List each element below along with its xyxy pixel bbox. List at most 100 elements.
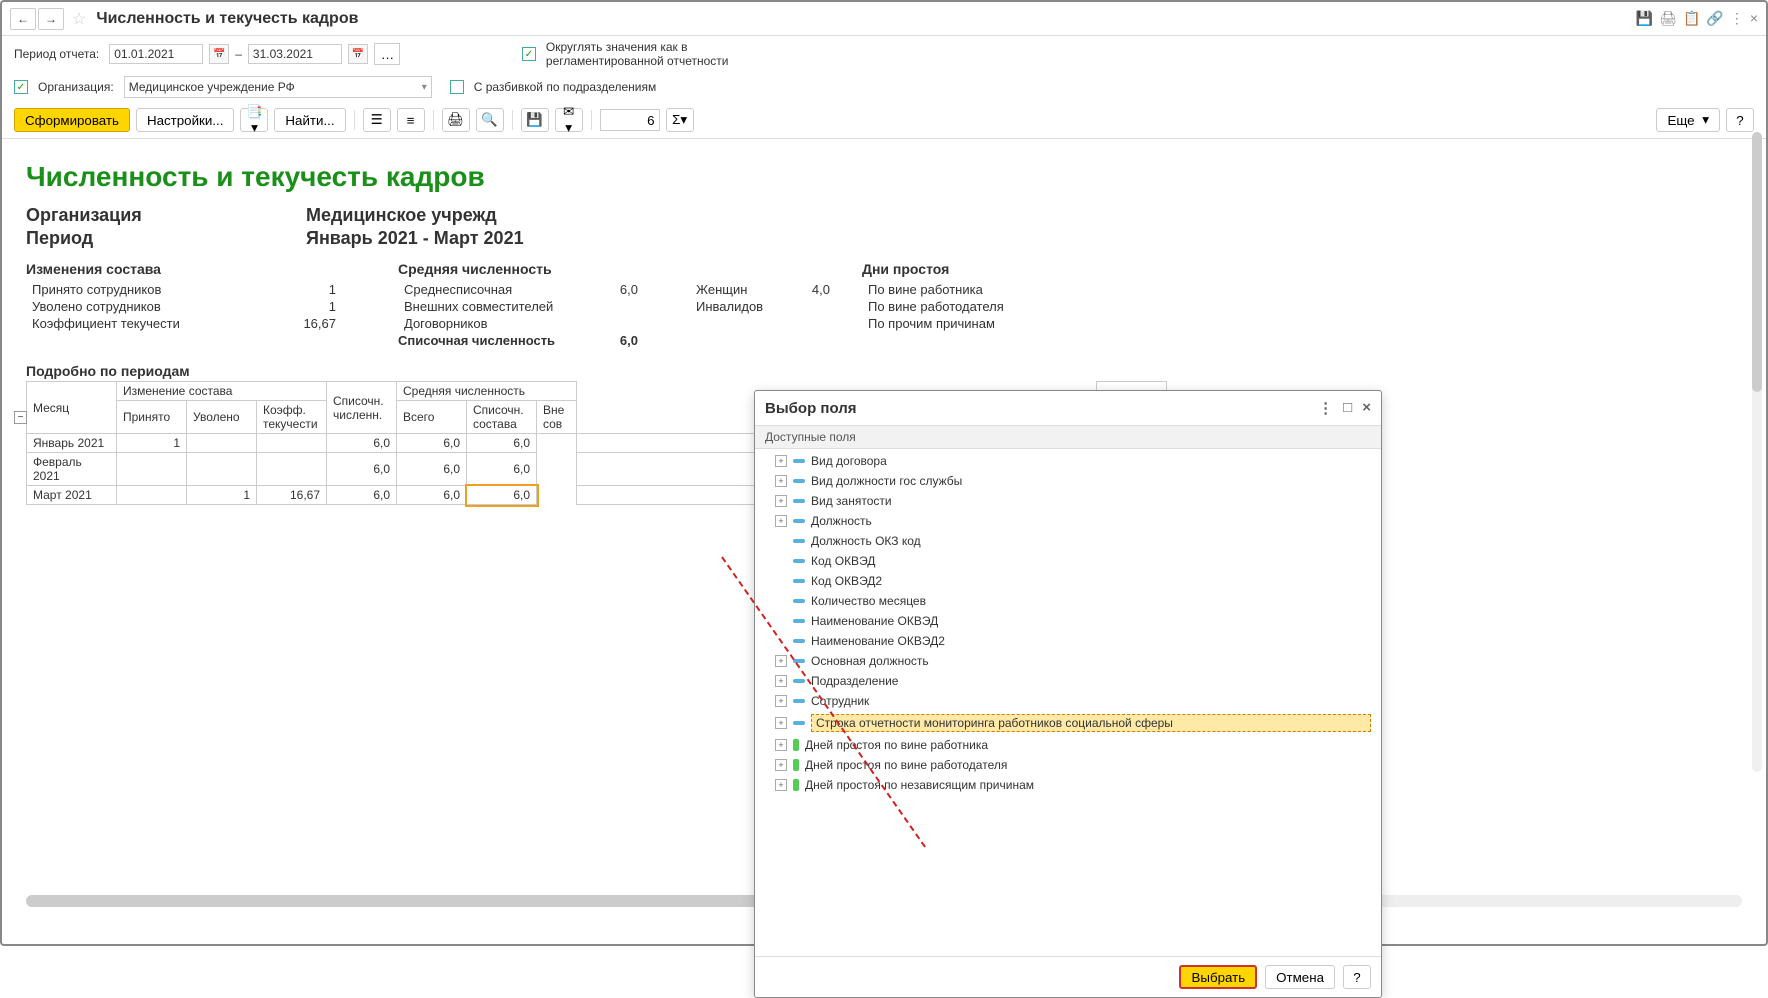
sum-button[interactable]: Σ▾	[666, 108, 694, 132]
expand-icon[interactable]	[775, 635, 787, 647]
field-item[interactable]: Наименование ОКВЭД2	[755, 631, 1381, 651]
org-select[interactable]: Медицинское учреждение РФ ▾	[124, 76, 432, 98]
settings-button[interactable]: Настройки...	[136, 108, 234, 132]
field-icon	[793, 499, 805, 503]
field-item[interactable]: +Сотрудник	[755, 691, 1381, 711]
field-icon	[793, 519, 805, 523]
field-icon	[793, 639, 805, 643]
field-label: Строка отчетности мониторинга работников…	[811, 714, 1371, 732]
vertical-scrollbar[interactable]	[1752, 132, 1762, 772]
more-button[interactable]: Еще ▾	[1656, 108, 1720, 132]
round-checkbox[interactable]: ✓	[522, 47, 536, 61]
expand-icon[interactable]	[775, 615, 787, 627]
period-ellipsis-button[interactable]: …	[374, 43, 400, 65]
expand-icon[interactable]	[775, 555, 787, 567]
number-input[interactable]	[600, 109, 660, 131]
field-label: Должность ОКЗ код	[811, 534, 1371, 548]
field-item[interactable]: +Дней простоя по независящим причинам	[755, 775, 1381, 795]
save-icon[interactable]: 💾	[1636, 10, 1653, 27]
dialog-close-icon[interactable]: ×	[1362, 399, 1371, 417]
calendar-to-icon[interactable]: 📅	[348, 44, 368, 64]
org-value: Медицинское учреждение РФ	[129, 80, 295, 94]
dialog-help-button[interactable]: ?	[1343, 965, 1371, 989]
split-label: С разбивкой по подразделениям	[474, 80, 657, 94]
collapse-toggle[interactable]: −	[14, 411, 27, 424]
field-item[interactable]: +Подразделение	[755, 671, 1381, 691]
cancel-button[interactable]: Отмена	[1265, 965, 1335, 989]
main-window: ← → ☆ Численность и текучесть кадров 💾 🖨…	[0, 0, 1768, 946]
date-to-input[interactable]: 31.03.2021	[248, 44, 342, 64]
toolbar: Сформировать Настройки... 📑▾ Найти... ☰ …	[2, 102, 1766, 139]
org-label: Организация:	[38, 80, 114, 94]
nav-back-button[interactable]: ←	[10, 8, 36, 30]
expand-icon[interactable]: +	[775, 779, 787, 791]
field-item[interactable]: Наименование ОКВЭД	[755, 611, 1381, 631]
field-item[interactable]: + Вид договора	[755, 451, 1381, 471]
date-from-input[interactable]: 01.01.2021	[109, 44, 203, 64]
expand-icon[interactable]: +	[775, 675, 787, 687]
more-menu-icon[interactable]: ⋮	[1730, 10, 1744, 27]
field-icon	[793, 599, 805, 603]
email-button[interactable]: ✉▾	[555, 108, 583, 132]
avg-title: Средняя численность	[398, 261, 678, 277]
field-label: Количество месяцев	[811, 594, 1371, 608]
print-icon[interactable]: 🖨	[1659, 10, 1677, 27]
close-icon[interactable]: ×	[1750, 10, 1758, 27]
field-selector-dialog: Выбор поля ⋮ □ × Доступные поля +Вид дог…	[754, 390, 1382, 998]
dialog-subhead: Доступные поля	[755, 425, 1381, 449]
field-list[interactable]: +Вид договора+Вид должности гос службы+В…	[755, 449, 1381, 956]
details-title: Подробно по периодам	[26, 363, 1742, 379]
expand-icon[interactable]: +	[775, 739, 787, 751]
summary-sections: Изменения состава Принято сотрудников1 У…	[26, 261, 1742, 349]
form-button[interactable]: Сформировать	[14, 108, 130, 132]
field-item[interactable]: Код ОКВЭД	[755, 551, 1381, 571]
field-item[interactable]: Код ОКВЭД2	[755, 571, 1381, 591]
clipboard-icon[interactable]: 📋	[1683, 10, 1700, 27]
save-report-button[interactable]: 💾	[521, 108, 549, 132]
link-icon[interactable]: 🔗	[1706, 10, 1723, 27]
split-checkbox[interactable]: ✓	[450, 80, 464, 94]
field-item[interactable]: +Вид должности гос службы	[755, 471, 1381, 491]
expand-icon[interactable]	[775, 595, 787, 607]
favorite-icon[interactable]: ☆	[72, 9, 86, 29]
expand-all-button[interactable]: ☰	[363, 108, 391, 132]
calendar-from-icon[interactable]: 📅	[209, 44, 229, 64]
nav-forward-button[interactable]: →	[38, 8, 64, 30]
find-button[interactable]: Найти...	[274, 108, 345, 132]
expand-icon[interactable]: +	[775, 655, 787, 667]
field-item[interactable]: Количество месяцев	[755, 591, 1381, 611]
expand-icon[interactable]: +	[775, 455, 787, 467]
field-icon	[793, 559, 805, 563]
preview-button[interactable]: 🔍	[476, 108, 504, 132]
collapse-all-button[interactable]: ≡	[397, 108, 425, 132]
expand-icon[interactable]: +	[775, 475, 787, 487]
dialog-menu-icon[interactable]: ⋮	[1318, 399, 1333, 417]
field-item[interactable]: Должность ОКЗ код	[755, 531, 1381, 551]
field-label: Наименование ОКВЭД2	[811, 634, 1371, 648]
expand-icon[interactable]: +	[775, 495, 787, 507]
dialog-maximize-icon[interactable]: □	[1343, 399, 1352, 417]
field-item[interactable]: +Дней простоя по вине работодателя	[755, 755, 1381, 775]
expand-icon[interactable]: +	[775, 759, 787, 771]
field-item[interactable]: + Вид занятости	[755, 491, 1381, 511]
expand-icon[interactable]: +	[775, 695, 787, 707]
print-button[interactable]: 🖨	[442, 108, 470, 132]
field-item[interactable]: +Основная должность	[755, 651, 1381, 671]
field-label: Код ОКВЭД	[811, 554, 1371, 568]
expand-icon[interactable]	[775, 535, 787, 547]
field-item[interactable]: + Строка отчетности мониторинга работнико…	[755, 711, 1381, 735]
copy-settings-button[interactable]: 📑▾	[240, 108, 268, 132]
expand-icon[interactable]	[775, 575, 787, 587]
filter-row-org: ✓ Организация: Медицинское учреждение РФ…	[2, 72, 1766, 102]
dropdown-arrow-icon: ▾	[422, 82, 427, 93]
expand-icon[interactable]: +	[775, 717, 787, 729]
field-label: Вид занятости	[811, 494, 1371, 508]
field-item[interactable]: +Дней простоя по вине работника	[755, 735, 1381, 755]
field-item[interactable]: +Должность	[755, 511, 1381, 531]
org-checkbox[interactable]: ✓	[14, 80, 28, 94]
field-icon	[793, 579, 805, 583]
expand-icon[interactable]: +	[775, 515, 787, 527]
field-label: Вид договора	[811, 454, 1371, 468]
help-button[interactable]: ?	[1726, 108, 1754, 132]
choose-button[interactable]: Выбрать	[1179, 965, 1257, 989]
